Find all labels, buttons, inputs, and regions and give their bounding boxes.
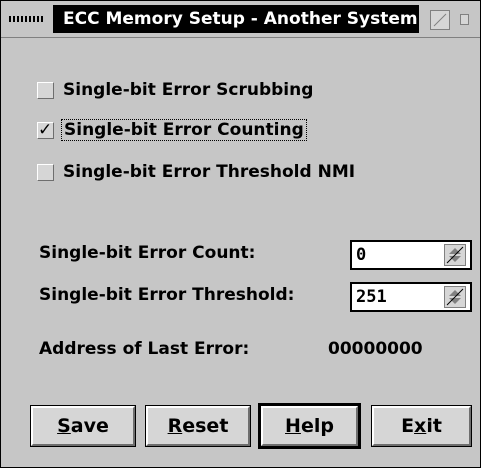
threshold-nmi-checkbox[interactable] bbox=[37, 163, 54, 181]
threshold-nmi-label: Single-bit Error Threshold NMI bbox=[63, 162, 356, 182]
reset-mnemonic: R bbox=[167, 415, 183, 437]
error-count-label: Single-bit Error Count: bbox=[39, 243, 256, 263]
last-error-address-value: 00000000 bbox=[328, 339, 423, 359]
spin-arrows-icon[interactable] bbox=[444, 244, 466, 266]
counting-checkbox[interactable]: ✓ bbox=[37, 119, 54, 140]
help-button[interactable]: Help bbox=[258, 403, 361, 449]
title-bar: ECC Memory Setup - Another System bbox=[1, 1, 480, 38]
maximize-icon[interactable] bbox=[430, 10, 450, 30]
save-label: ave bbox=[70, 415, 109, 437]
error-threshold-spinner[interactable]: 251 bbox=[350, 282, 472, 312]
reset-button[interactable]: Reset bbox=[145, 405, 251, 447]
error-count-value[interactable]: 0 bbox=[356, 245, 366, 265]
threshold-nmi-option[interactable]: Single-bit Error Threshold NMI bbox=[37, 159, 357, 185]
checkmark-icon: ✓ bbox=[38, 119, 53, 140]
exit-label-start: E bbox=[401, 415, 415, 437]
scrubbing-checkbox[interactable] bbox=[37, 81, 54, 99]
restore-icon[interactable] bbox=[460, 14, 469, 25]
error-count-spinner[interactable]: 0 bbox=[350, 240, 472, 270]
error-threshold-value[interactable]: 251 bbox=[356, 287, 387, 307]
exit-button[interactable]: Ex it bbox=[371, 405, 472, 447]
save-mnemonic: S bbox=[57, 415, 71, 437]
scrubbing-option[interactable]: Single-bit Error Scrubbing bbox=[37, 77, 315, 103]
exit-label: it bbox=[426, 415, 442, 437]
help-mnemonic: H bbox=[285, 415, 301, 437]
counting-label: Single-bit Error Counting bbox=[61, 119, 307, 141]
last-error-address-label: Address of Last Error: bbox=[39, 339, 250, 359]
save-button[interactable]: Save bbox=[30, 405, 136, 447]
counting-option[interactable]: ✓ Single-bit Error Counting bbox=[37, 117, 307, 143]
error-threshold-label: Single-bit Error Threshold: bbox=[39, 285, 295, 305]
system-menu-icon[interactable] bbox=[5, 7, 49, 31]
scrubbing-label: Single-bit Error Scrubbing bbox=[63, 80, 314, 100]
exit-mnemonic: x bbox=[414, 415, 427, 437]
spin-arrows-icon[interactable] bbox=[444, 286, 466, 308]
ecc-memory-setup-window: ECC Memory Setup - Another System Single… bbox=[0, 0, 481, 468]
window-title: ECC Memory Setup - Another System bbox=[53, 5, 419, 33]
reset-label: eset bbox=[182, 415, 229, 437]
help-label: elp bbox=[300, 415, 334, 437]
